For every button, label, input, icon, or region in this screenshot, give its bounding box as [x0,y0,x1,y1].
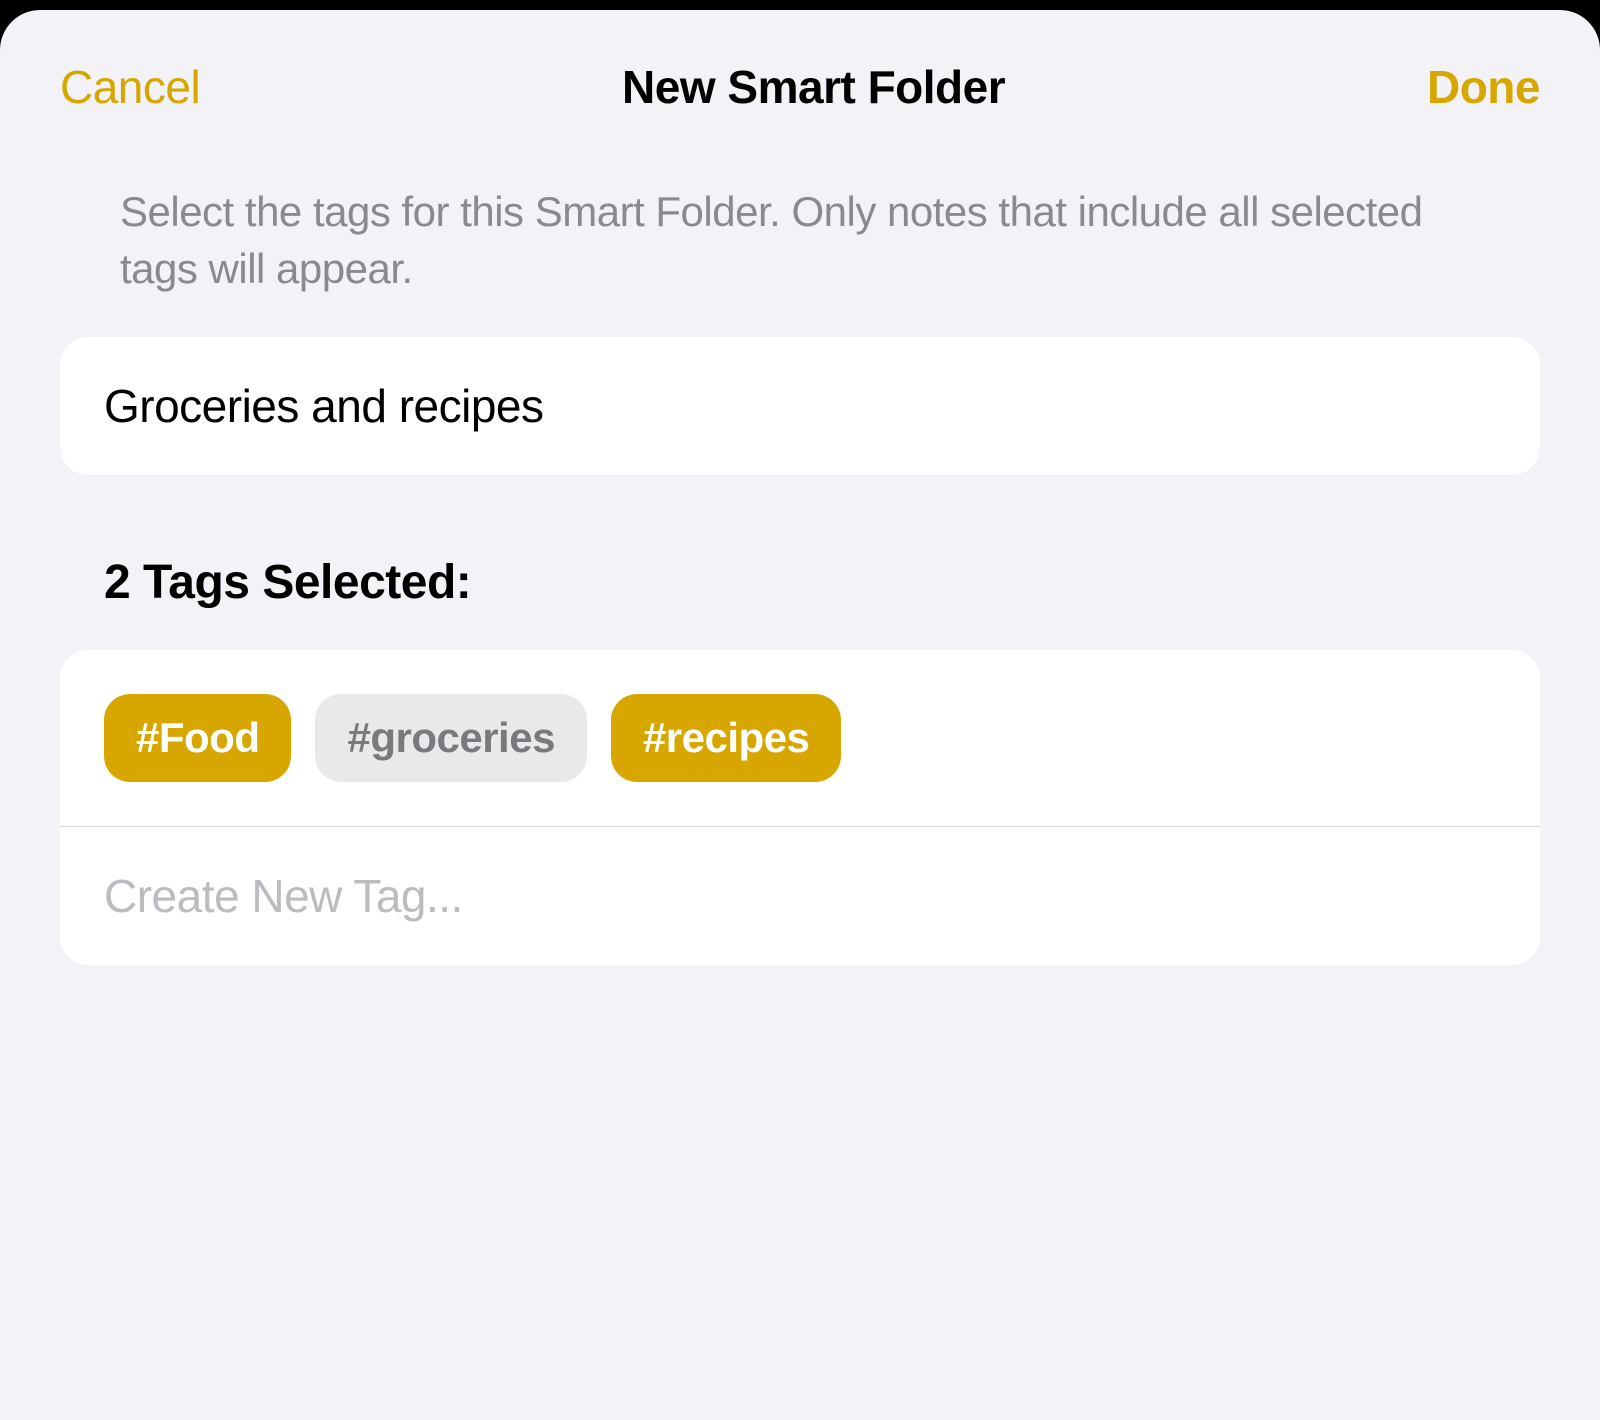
tag-chip-recipes[interactable]: #recipes [611,694,841,782]
description-text: Select the tags for this Smart Folder. O… [60,184,1540,337]
modal-sheet: Cancel New Smart Folder Done Select the … [0,10,1600,1420]
folder-name-card [60,337,1540,475]
tag-chip-food[interactable]: #Food [104,694,291,782]
done-button[interactable]: Done [1427,60,1540,114]
content-area: Select the tags for this Smart Folder. O… [0,154,1600,965]
page-title: New Smart Folder [622,60,1005,114]
navbar: Cancel New Smart Folder Done [0,10,1600,154]
create-tag-input[interactable] [60,827,1540,965]
tag-list: #Food #groceries #recipes [60,650,1540,826]
folder-name-input[interactable] [60,337,1540,475]
tag-chip-groceries[interactable]: #groceries [315,694,586,782]
cancel-button[interactable]: Cancel [60,60,200,114]
tags-card: #Food #groceries #recipes [60,650,1540,965]
tags-selected-heading: 2 Tags Selected: [60,555,1540,650]
